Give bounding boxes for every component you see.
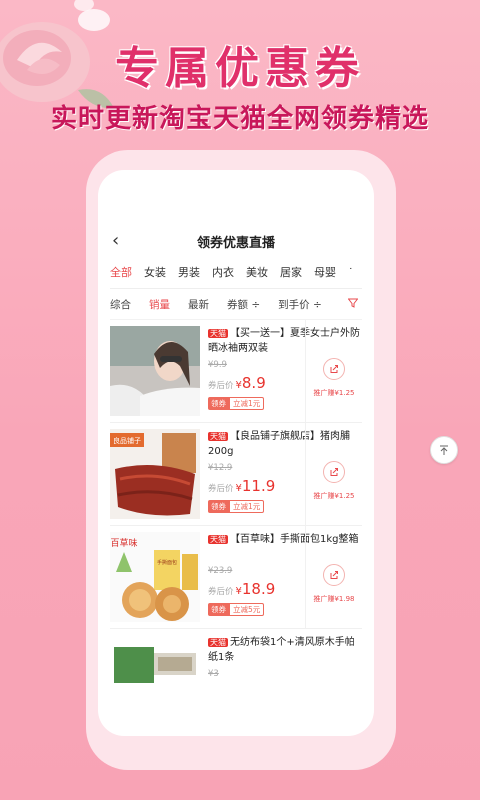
category-tabs: 全部 女装 男装 内衣 美妆 居家 母婴 ˙: [110, 256, 362, 289]
svg-text:良品铺子: 良品铺子: [113, 436, 141, 445]
tab-home[interactable]: 居家: [280, 264, 302, 280]
tab-underwear[interactable]: 内衣: [212, 264, 234, 280]
tmall-tag: 天猫: [208, 535, 228, 544]
back-to-top-button[interactable]: [430, 436, 458, 464]
sort-bar: 综合 销量 最新 券额 ÷ 到手价 ÷: [110, 289, 362, 320]
tab-beauty[interactable]: 美妆: [246, 264, 268, 280]
product-image: [110, 326, 200, 416]
tab-baby[interactable]: 母婴: [314, 264, 336, 280]
tmall-tag: 天猫: [208, 329, 228, 338]
share-panel: 推广赚¥1.25: [305, 423, 362, 525]
promo-earning: 推广赚¥1.25: [313, 492, 355, 500]
svg-text:手撕面包: 手撕面包: [157, 559, 177, 566]
sort-final-price[interactable]: 到手价 ÷: [278, 297, 322, 312]
nav-bar: ‹ 领券优惠直播: [110, 228, 362, 254]
share-icon[interactable]: [323, 358, 345, 380]
product-image: 百草味 手撕面包: [110, 532, 200, 622]
product-image: 良品铺子: [110, 429, 200, 519]
sort-newest[interactable]: 最新: [188, 297, 209, 312]
filter-icon[interactable]: [347, 298, 362, 311]
tab-mens[interactable]: 男装: [178, 264, 200, 280]
page-title: 领券优惠直播: [196, 235, 275, 251]
sort-coupon-amount[interactable]: 券额 ÷: [227, 297, 260, 312]
promo-earning: 推广赚¥1.98: [313, 595, 355, 603]
product-image: [110, 637, 200, 693]
tab-partial[interactable]: ˙: [348, 266, 354, 279]
promo-title: 专属优惠券: [115, 43, 365, 94]
phone-screen: ‹ 领券优惠直播 全部 女装 男装 内衣 美妆 居家 母婴 ˙ 综合 销量 最新…: [98, 170, 374, 736]
svg-text:百草味: 百草味: [110, 537, 137, 549]
product-title: 天猫 无纺布袋1个+清风原木手帕纸1条: [208, 637, 355, 663]
product-item[interactable]: 天猫 无纺布袋1个+清风原木手帕纸1条 ¥3: [110, 629, 362, 699]
original-price: ¥3: [208, 669, 219, 679]
back-arrow-icon[interactable]: ‹: [112, 230, 119, 251]
promo-subtitle: 实时更新淘宝天猫全网领券精选: [50, 104, 429, 134]
product-item[interactable]: 天猫 【买一送一】夏季女士户外防晒冰袖两双装 ¥9.9 券后价 ¥8.9 领券 立减1…: [110, 320, 362, 423]
product-item[interactable]: 良品铺子 天猫 【良品铺子旗舰店】猪肉脯200g ¥12.9 券后价 ¥11.9 领…: [110, 423, 362, 526]
tmall-tag: 天猫: [208, 432, 228, 441]
sort-sales[interactable]: 销量: [149, 297, 170, 312]
tmall-tag: 天猫: [208, 638, 228, 647]
tab-womens[interactable]: 女装: [144, 264, 166, 280]
share-panel: 推广赚¥1.98: [305, 526, 362, 628]
tab-all[interactable]: 全部: [110, 264, 132, 280]
share-panel: 推广赚¥1.25: [305, 320, 362, 422]
share-icon[interactable]: [323, 461, 345, 483]
sort-default[interactable]: 综合: [110, 297, 131, 312]
share-icon[interactable]: [323, 564, 345, 586]
product-item[interactable]: 百草味 手撕面包 天猫 【百草味】手撕面包1kg整箱 ¥23.9 券后价 ¥18.9…: [110, 526, 362, 629]
promo-earning: 推广赚¥1.25: [313, 389, 355, 397]
